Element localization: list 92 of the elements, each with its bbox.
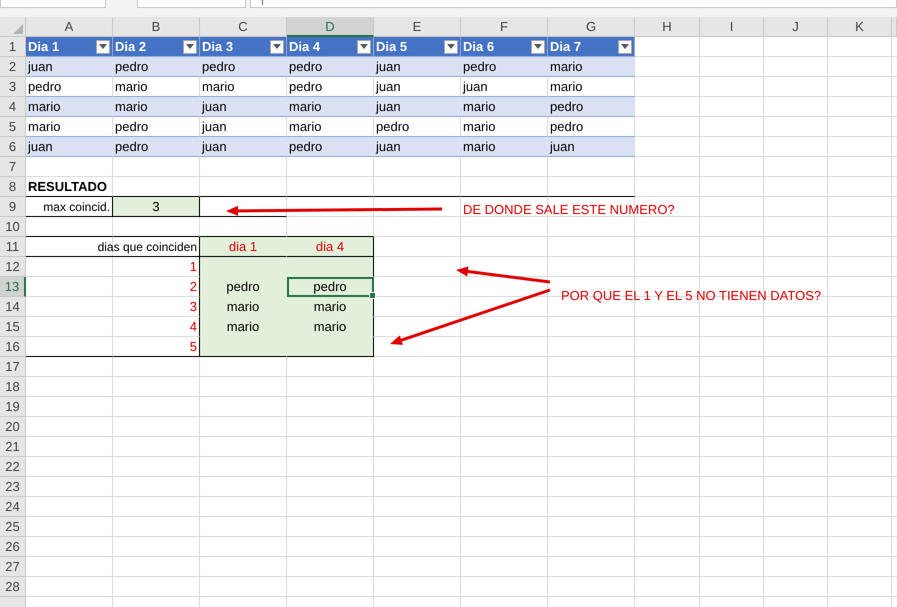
- table-cell: mario: [200, 297, 287, 317]
- annotation-text: POR QUE EL 1 Y EL 5 NO TIENEN DATOS?: [561, 288, 822, 303]
- row-header[interactable]: 13: [0, 277, 26, 297]
- table-cell: RESULTADO: [26, 177, 113, 197]
- row-header[interactable]: 12: [0, 257, 26, 277]
- row-header[interactable]: 23: [0, 477, 26, 497]
- table-cell: pedro: [548, 97, 635, 117]
- table-cell: mario: [113, 97, 200, 117]
- row-header[interactable]: 1: [0, 37, 26, 57]
- table-cell: pedro: [200, 57, 287, 77]
- table-cell: juan: [374, 97, 461, 117]
- row-header[interactable]: 27: [0, 557, 26, 577]
- column-header[interactable]: E: [374, 17, 461, 37]
- row-header[interactable]: 21: [0, 437, 26, 457]
- table-cell: mario: [200, 317, 287, 337]
- table-cell: pedro: [113, 137, 200, 157]
- table-header-cell: Dia 2: [113, 37, 200, 57]
- row-header[interactable]: 5: [0, 117, 26, 137]
- annotation-text: DE DONDE SALE ESTE NUMERO?: [463, 202, 675, 217]
- filter-dropdown-icon[interactable]: [618, 40, 632, 54]
- filter-dropdown-icon[interactable]: [270, 40, 284, 54]
- row-header[interactable]: 22: [0, 457, 26, 477]
- table-cell: juan: [26, 57, 113, 77]
- row-header[interactable]: 4: [0, 97, 26, 117]
- table-cell: dia 1: [200, 237, 287, 257]
- row-header[interactable]: 3: [0, 77, 26, 97]
- table-cell: juan: [200, 97, 287, 117]
- row-header[interactable]: 24: [0, 497, 26, 517]
- row-header[interactable]: 9: [0, 197, 26, 217]
- table-cell: mario: [287, 97, 374, 117]
- table-cell: juan: [200, 137, 287, 157]
- table-header-cell: Dia 6: [461, 37, 548, 57]
- column-header[interactable]: C: [200, 17, 287, 37]
- column-header[interactable]: H: [635, 17, 700, 37]
- table-cell: pedro: [287, 57, 374, 77]
- table-cell: juan: [374, 137, 461, 157]
- row-header[interactable]: 19: [0, 397, 26, 417]
- column-header[interactable]: B: [113, 17, 200, 37]
- table-cell: dia 4: [287, 237, 374, 257]
- table-cell: mario: [287, 297, 374, 317]
- table-cell: dias que coinciden: [26, 237, 200, 257]
- column-header[interactable]: J: [764, 17, 828, 37]
- row-header[interactable]: 2: [0, 57, 26, 77]
- table-cell: 3: [113, 197, 200, 217]
- row-header[interactable]: 8: [0, 177, 26, 197]
- table-cell: pedro: [200, 277, 287, 297]
- corner-triangle-icon: [13, 24, 23, 34]
- table-cell: pedro: [287, 277, 374, 297]
- column-header[interactable]: A: [26, 17, 113, 37]
- table-header-cell: Dia 5: [374, 37, 461, 57]
- table-cell: mario: [26, 97, 113, 117]
- row-header[interactable]: 16: [0, 337, 26, 357]
- formula-field[interactable]: [250, 0, 897, 8]
- fill-handle[interactable]: [369, 292, 376, 299]
- table-cell: juan: [26, 137, 113, 157]
- table-cell: pedro: [287, 137, 374, 157]
- filter-dropdown-icon[interactable]: [96, 40, 110, 54]
- column-header[interactable]: D: [287, 17, 374, 37]
- column-header[interactable]: K: [828, 17, 892, 37]
- table-header-cell: Dia 1: [26, 37, 113, 57]
- table-header-cell: Dia 4: [287, 37, 374, 57]
- filter-dropdown-icon[interactable]: [531, 40, 545, 54]
- filter-dropdown-icon[interactable]: [357, 40, 371, 54]
- table-cell: juan: [548, 137, 635, 157]
- table-cell: mario: [461, 137, 548, 157]
- row-header[interactable]: 20: [0, 417, 26, 437]
- filter-dropdown-icon[interactable]: [444, 40, 458, 54]
- column-header[interactable]: F: [461, 17, 548, 37]
- table-cell: juan: [374, 57, 461, 77]
- table-cell: mario: [461, 97, 548, 117]
- table-header-cell: Dia 7: [548, 37, 635, 57]
- row-header[interactable]: 25: [0, 517, 26, 537]
- table-cell: pedro: [113, 57, 200, 77]
- table-cell: pedro: [461, 57, 548, 77]
- row-header[interactable]: 17: [0, 357, 26, 377]
- row-header[interactable]: 18: [0, 377, 26, 397]
- function-field[interactable]: [137, 0, 246, 8]
- row-header[interactable]: 14: [0, 297, 26, 317]
- column-header[interactable]: I: [700, 17, 764, 37]
- column-header[interactable]: G: [548, 17, 635, 37]
- name-box-field[interactable]: [0, 0, 106, 8]
- row-header[interactable]: 6: [0, 137, 26, 157]
- row-header[interactable]: 28: [0, 577, 26, 597]
- table-cell: mario: [548, 57, 635, 77]
- row-header[interactable]: 11: [0, 237, 26, 257]
- row-header[interactable]: 7: [0, 157, 26, 177]
- row-header[interactable]: 15: [0, 317, 26, 337]
- table-cell: mario: [287, 317, 374, 337]
- row-header[interactable]: 10: [0, 217, 26, 237]
- row-header[interactable]: 26: [0, 537, 26, 557]
- table-header-cell: Dia 3: [200, 37, 287, 57]
- filter-dropdown-icon[interactable]: [183, 40, 197, 54]
